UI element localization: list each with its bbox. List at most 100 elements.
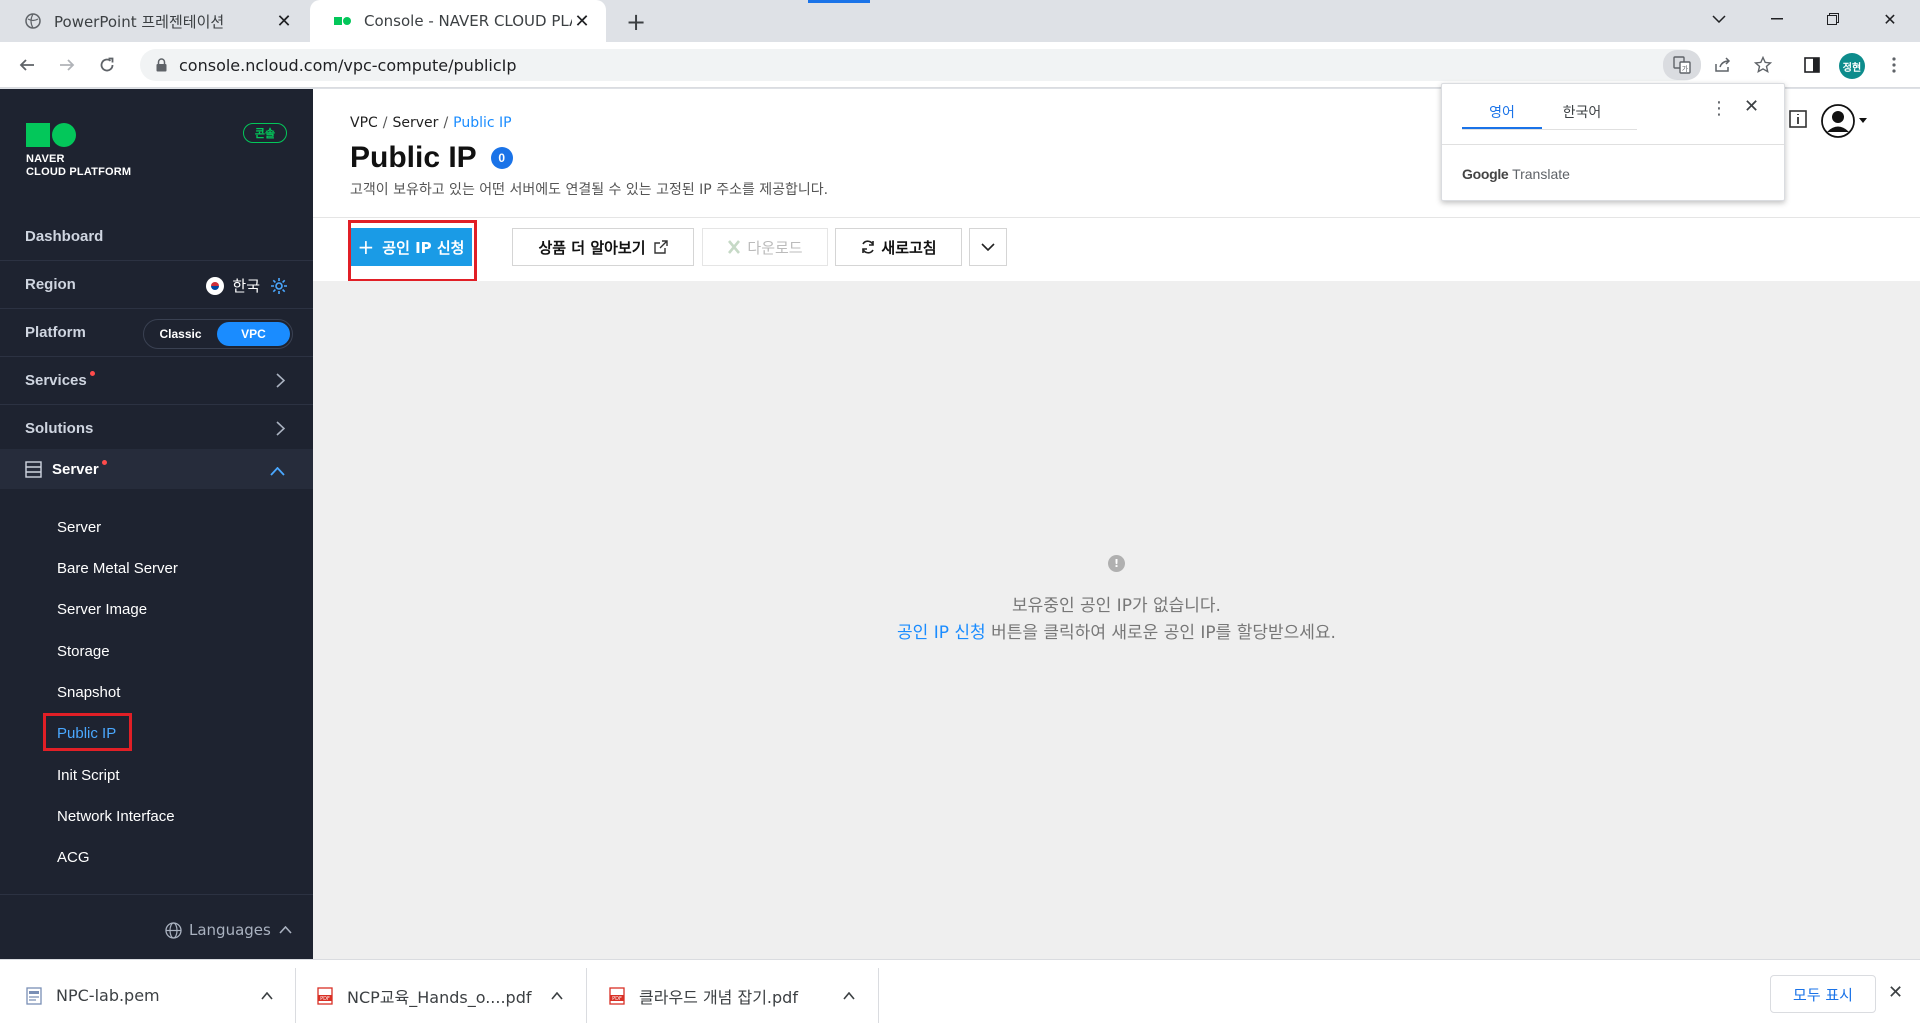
excel-icon (727, 239, 741, 255)
languages-button[interactable]: Languages (165, 921, 292, 939)
sidebar-region: Region 한국 (0, 260, 313, 308)
share-icon[interactable] (1708, 50, 1738, 80)
request-public-ip-link[interactable]: 공인 IP 신청 (897, 623, 986, 643)
restore-icon[interactable] (1811, 0, 1855, 38)
lock-icon[interactable] (156, 58, 167, 72)
logo-line1: NAVER (26, 153, 65, 165)
platform-toggle[interactable]: Classic VPC (143, 319, 293, 349)
translate-tab-english[interactable]: 영어 (1462, 96, 1542, 129)
tab-indicator (808, 0, 870, 3)
popup-divider (1442, 144, 1784, 145)
chevron-up-icon[interactable] (261, 988, 273, 1004)
tab-title: PowerPoint 프레젠테이션 (54, 12, 225, 31)
breadcrumb: VPC / Server / Public IP (350, 115, 512, 131)
logo-text: NAVER CLOUD PLATFORM (26, 153, 131, 179)
more-vert-icon[interactable]: ⋮ (1710, 98, 1728, 119)
translate-tab-korean[interactable]: 한국어 (1542, 96, 1622, 129)
chevron-up-icon[interactable] (843, 988, 855, 1004)
sidebar-subitem-server-image[interactable]: Server Image (57, 601, 147, 618)
sidebar-item-services[interactable]: Services (0, 356, 313, 404)
sidebar: NAVER CLOUD PLATFORM 콘솔 Dashboard Region… (0, 89, 313, 959)
button-label: 새로고침 (881, 238, 937, 257)
web-page: NAVER CLOUD PLATFORM 콘솔 Dashboard Region… (0, 83, 1920, 959)
region-selector[interactable]: 한국 (206, 275, 288, 296)
gear-icon[interactable] (270, 277, 288, 295)
minimize-icon[interactable] (1755, 0, 1799, 38)
new-tab-button[interactable]: + (622, 8, 650, 36)
download-item-cloud-concept-pdf[interactable]: PDF 클라우드 개념 잡기.pdf (609, 960, 859, 1030)
download-button[interactable]: 다운로드 (702, 228, 828, 266)
chevron-up-icon[interactable] (551, 988, 563, 1004)
side-panel-icon[interactable] (1797, 50, 1827, 80)
user-account-icon[interactable] (1821, 104, 1867, 138)
sidebar-subitem-snapshot[interactable]: Snapshot (57, 684, 120, 701)
tab-title: Console - NAVER CLOUD PLATF (364, 12, 572, 30)
refresh-button[interactable]: 새로고침 (835, 228, 962, 266)
page-title: Public IP 0 (350, 141, 513, 175)
button-label: 다운로드 (747, 238, 803, 257)
info-icon: ! (1108, 555, 1125, 572)
korea-flag-icon (206, 276, 225, 295)
reload-icon[interactable] (92, 50, 122, 80)
sidebar-subitem-network-interface[interactable]: Network Interface (57, 808, 175, 825)
close-window-icon[interactable]: ✕ (1868, 0, 1912, 38)
breadcrumb-vpc[interactable]: VPC (350, 115, 378, 131)
chevron-right-icon (276, 421, 286, 440)
downloads-bar: NPC-lab.pem PDF NCP교육_Hands_o....pdf PDF… (0, 959, 1920, 1030)
browser-tab-console[interactable]: Console - NAVER CLOUD PLATF ✕ (310, 0, 606, 42)
sidebar-subitem-storage[interactable]: Storage (57, 643, 110, 660)
sidebar-item-solutions[interactable]: Solutions (0, 404, 313, 452)
tab-search-icon[interactable] (1697, 0, 1741, 38)
download-item-pem[interactable]: NPC-lab.pem (26, 960, 276, 1030)
close-tab-icon[interactable]: ✕ (274, 11, 294, 32)
show-all-downloads-button[interactable]: 모두 표시 (1770, 975, 1876, 1013)
forward-icon[interactable] (52, 50, 82, 80)
console-badge[interactable]: 콘솔 (243, 123, 287, 143)
notice-icon[interactable] (1788, 109, 1808, 129)
chrome-menu-icon[interactable] (1879, 50, 1909, 80)
sidebar-subitem-bare-metal-server[interactable]: Bare Metal Server (57, 560, 178, 577)
google-translate-brand: Google Translate (1462, 166, 1570, 182)
refresh-icon (860, 239, 876, 255)
sidebar-subitem-server[interactable]: Server (57, 519, 101, 536)
chevron-up-icon (279, 926, 292, 934)
sidebar-group-server[interactable]: Server (0, 449, 313, 489)
close-tab-icon[interactable]: ✕ (572, 11, 592, 32)
sidebar-item-label: Services (25, 372, 87, 389)
bookmark-star-icon[interactable] (1748, 50, 1778, 80)
svg-text:PDF: PDF (612, 996, 622, 1002)
back-icon[interactable] (12, 50, 42, 80)
chevron-right-icon (276, 373, 286, 392)
languages-label: Languages (189, 921, 271, 939)
profile-avatar[interactable]: 정현 (1839, 53, 1865, 79)
address-bar[interactable]: console.ncloud.com/vpc-compute/publicIp (140, 49, 1700, 81)
sidebar-subitem-acg[interactable]: ACG (57, 849, 90, 866)
browser-tab-powerpoint[interactable]: PowerPoint 프레젠테이션 ✕ (0, 0, 308, 42)
brand-google: Google (1462, 166, 1509, 182)
translate-icon[interactable]: 가 (1663, 50, 1701, 80)
translate-language-tabs: 영어 한국어 (1462, 96, 1637, 130)
globe-icon (165, 921, 182, 939)
breadcrumb-public-ip[interactable]: Public IP (453, 115, 511, 131)
download-filename: NCP교육_Hands_o....pdf (347, 987, 532, 1007)
breadcrumb-server[interactable]: Server (393, 115, 439, 131)
sidebar-divider (0, 894, 313, 895)
learn-more-button[interactable]: 상품 더 알아보기 (512, 228, 694, 266)
platform-option-vpc[interactable]: VPC (217, 322, 290, 346)
svg-text:가: 가 (1682, 64, 1689, 73)
action-toolbar: + 공인 IP 신청 상품 더 알아보기 다운로드 새로고침 (313, 217, 1920, 282)
sidebar-item-dashboard[interactable]: Dashboard (0, 212, 313, 260)
naver-cloud-logo[interactable]: NAVER CLOUD PLATFORM (26, 123, 131, 179)
close-icon[interactable]: ✕ (1744, 96, 1759, 117)
sidebar-subitem-init-script[interactable]: Init Script (57, 767, 120, 784)
chevron-up-icon (270, 463, 285, 480)
empty-message-line1: 보유중인 공인 IP가 없습니다. (1012, 596, 1221, 616)
platform-option-classic[interactable]: Classic (144, 327, 217, 341)
sidebar-item-label: Server (52, 460, 99, 478)
ncloud-favicon (334, 12, 352, 30)
download-item-hands-on-pdf[interactable]: PDF NCP교육_Hands_o....pdf (317, 960, 567, 1030)
close-icon[interactable]: ✕ (1888, 982, 1903, 1003)
sidebar-item-label: Solutions (25, 420, 94, 437)
more-options-button[interactable] (969, 228, 1007, 266)
server-icon (25, 460, 42, 478)
